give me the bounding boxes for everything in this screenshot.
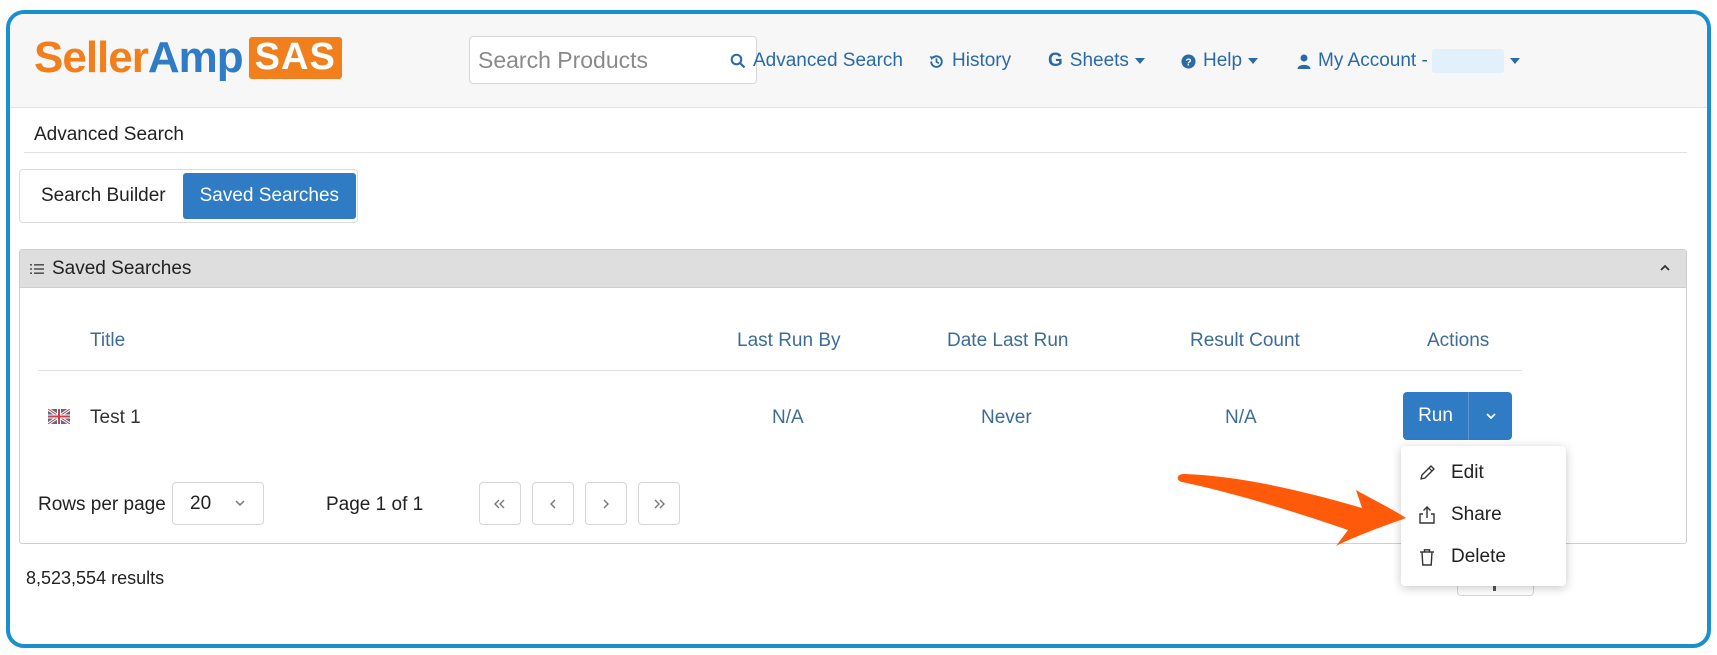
screenshot-frame: SellerAmp SAS Advanced Search History G … [6, 10, 1711, 648]
table-header-divider [38, 370, 1522, 371]
sellerampsas-logo[interactable]: SellerAmp SAS [34, 32, 342, 84]
row-result-count: N/A [1225, 407, 1257, 428]
logo-badge: SAS [248, 37, 342, 79]
chevron-left-icon [550, 499, 556, 508]
column-header-result-count[interactable]: Result Count [1190, 330, 1300, 352]
nav-help-dropdown[interactable]: ? Help [1181, 48, 1259, 74]
rows-per-page-value: 20 [190, 492, 212, 514]
first-page-button[interactable] [479, 482, 521, 525]
list-icon [30, 263, 44, 274]
nav-history[interactable]: History [928, 48, 1011, 74]
search-icon [730, 53, 746, 69]
tab-search-builder[interactable]: Search Builder [24, 173, 183, 219]
column-header-date-last-run[interactable]: Date Last Run [947, 330, 1068, 352]
nav-sheets-dropdown[interactable]: G Sheets [1048, 48, 1145, 74]
search-products-input[interactable] [469, 36, 757, 84]
last-page-button[interactable] [638, 482, 680, 525]
run-split-button: Run [1403, 392, 1512, 440]
nav-sheets-label: Sheets [1069, 50, 1129, 71]
next-page-button[interactable] [585, 482, 627, 525]
tab-group: Search Builder Saved Searches [19, 169, 358, 223]
logo-amp-text: Amp [147, 33, 244, 82]
column-header-title[interactable]: Title [90, 330, 125, 352]
menu-item-edit-label: Edit [1451, 462, 1484, 483]
column-header-last-run-by[interactable]: Last Run By [737, 330, 841, 352]
rows-per-page-label: Rows per page [38, 494, 166, 515]
double-chevron-right-icon [654, 499, 665, 508]
nav-advanced-search-label: Advanced Search [753, 50, 903, 71]
history-icon [929, 54, 943, 68]
chevron-up-icon[interactable] [1658, 261, 1672, 275]
nav-help-label: Help [1203, 50, 1243, 71]
menu-item-share-label: Share [1451, 504, 1502, 525]
chevron-down-icon [1485, 413, 1496, 420]
chevron-down-icon [235, 500, 245, 507]
divider [24, 152, 1687, 153]
menu-item-share[interactable]: Share [1401, 495, 1566, 535]
previous-page-button[interactable] [532, 482, 574, 525]
nav-history-label: History [952, 50, 1012, 71]
redacted-account-name [1431, 49, 1504, 73]
trash-icon [1420, 549, 1434, 566]
nav-my-account-label: My Account - [1318, 50, 1428, 71]
rows-per-page-select[interactable]: 20 [172, 482, 264, 525]
caret-down-icon [1134, 58, 1145, 64]
menu-item-delete[interactable]: Delete [1401, 537, 1566, 577]
panel-header[interactable]: Saved Searches [20, 250, 1686, 288]
svg-text:?: ? [1185, 57, 1191, 68]
results-count: 8,523,554 results [26, 568, 165, 588]
tab-saved-searches[interactable]: Saved Searches [182, 173, 357, 219]
logo-seller-text: Seller [34, 33, 149, 82]
panel-title: Saved Searches [52, 257, 192, 279]
page-breadcrumb: Advanced Search [34, 124, 184, 145]
chevron-right-icon [603, 499, 609, 508]
double-chevron-left-icon [494, 499, 505, 508]
actions-dropdown-menu: Edit Share Delete [1401, 446, 1566, 586]
run-button[interactable]: Run [1403, 405, 1468, 427]
uk-flag-icon [48, 409, 70, 424]
google-icon: G [1048, 50, 1063, 71]
caret-down-icon [1509, 58, 1520, 64]
row-title[interactable]: Test 1 [90, 407, 141, 429]
user-icon [1297, 54, 1311, 69]
top-navbar: SellerAmp SAS Advanced Search History G … [10, 14, 1707, 108]
run-dropdown-toggle[interactable] [1469, 411, 1512, 421]
pencil-icon [1420, 465, 1435, 480]
column-header-actions: Actions [1427, 330, 1490, 351]
nav-advanced-search[interactable]: Advanced Search [730, 48, 903, 74]
nav-my-account-dropdown[interactable]: My Account - [1297, 48, 1520, 74]
row-date-last-run: Never [981, 407, 1032, 428]
share-icon [1419, 506, 1435, 524]
menu-item-edit[interactable]: Edit [1401, 453, 1566, 493]
row-last-run-by: N/A [772, 407, 804, 428]
caret-down-icon [1248, 58, 1259, 64]
question-circle-icon: ? [1181, 53, 1196, 69]
page-indicator: Page 1 of 1 [326, 494, 424, 515]
menu-item-delete-label: Delete [1451, 546, 1506, 567]
